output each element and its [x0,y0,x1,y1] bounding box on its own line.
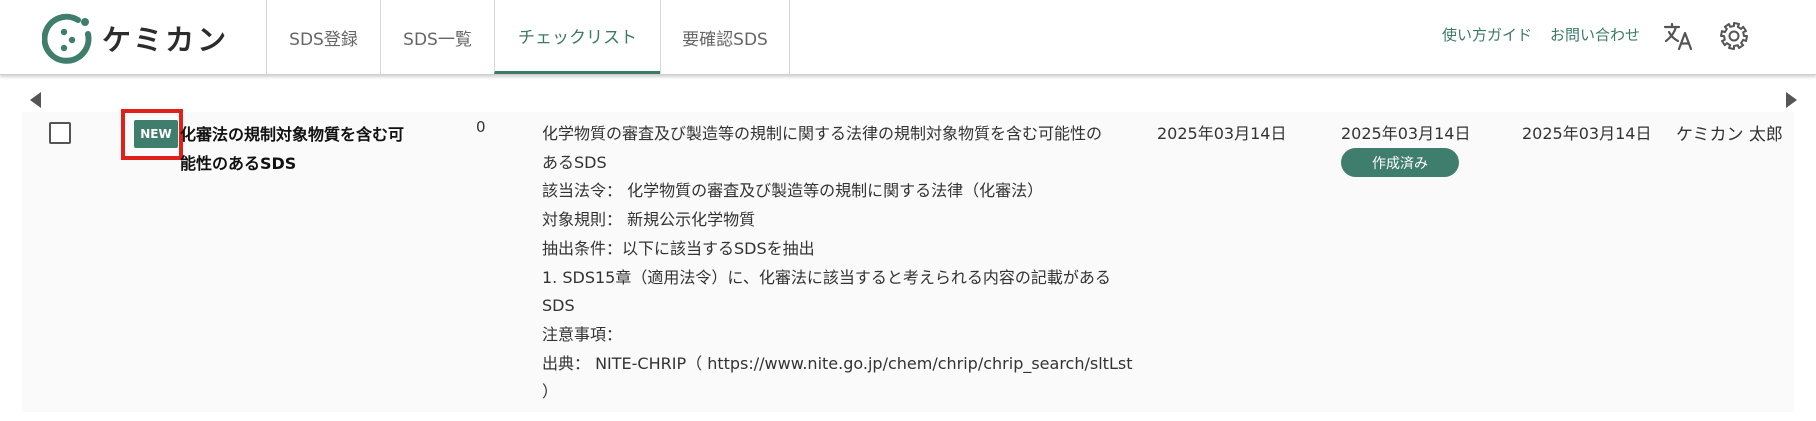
tab-sds-register[interactable]: SDS登録 [266,0,380,74]
logo[interactable]: ケミカン [42,11,229,65]
status-badge: 作成済み [1341,148,1459,177]
header-links: 使い方ガイド お問い合わせ [1442,24,1640,45]
app-header: ケミカン SDS登録 SDS一覧 チェックリスト 要確認SDS 使い方ガイド お… [0,0,1816,75]
description-line: 注意事項： [542,324,623,344]
tab-label: チェックリスト [518,28,637,48]
description-line: 対象規則： 新規公示化学物質 [542,210,756,230]
checklist-title[interactable]: 化審法の規制対象物質を含む可 能性のあるSDS [180,120,430,178]
title-line: 能性のあるSDS [180,154,297,173]
description-line: 化学物質の審査及び製造等の規制に関する法律の規制対象物質を含む可能性の [542,124,1103,143]
description-line: 抽出条件：以下に該当するSDSを抽出 [542,238,815,258]
scroll-left-arrow[interactable] [30,92,41,108]
tab-needs-review-sds[interactable]: 要確認SDS [660,0,790,74]
description-line: SDS [542,296,575,316]
updated-date: 2025年03月14日 [1341,124,1471,143]
guide-link[interactable]: 使い方ガイド [1442,24,1532,45]
user-name: ケミカン 太郎 [1676,125,1783,145]
new-badge-highlight [121,109,183,160]
description-line: ） [542,382,559,402]
title-line: 化審法の規制対象物質を含む可 [180,125,405,144]
row-checkbox[interactable] [49,122,71,144]
gear-icon[interactable] [1718,20,1750,52]
registered-date: 2025年03月14日 [1522,124,1652,143]
description-line: 1. SDS15章（適用法令）に、化審法に該当すると考えられる内容の記載がある [542,267,1111,287]
contact-link[interactable]: お問い合わせ [1550,24,1640,45]
logo-text: ケミカン [102,23,230,57]
translate-icon[interactable] [1662,20,1694,52]
description-line: 出典： NITE-CHRIP（ https://www.nite.go.jp/c… [542,353,1133,373]
tab-label: SDS登録 [289,29,358,50]
scroll-right-arrow[interactable] [1786,92,1797,108]
created-date: 2025年03月14日 [1157,124,1287,143]
tab-label: SDS一覧 [403,29,472,50]
tab-sds-list[interactable]: SDS一覧 [380,0,494,74]
tab-label: 要確認SDS [682,29,768,50]
checklist-description: 化学物質の審査及び製造等の規制に関する法律の規制対象物質を含む可能性の あるSD… [542,120,1142,407]
description-line: あるSDS [542,152,607,172]
tab-checklist[interactable]: チェックリスト [494,0,660,74]
description-line: 該当法令： 化学物質の審査及び製造等の規制に関する法律（化審法） [542,181,1044,201]
sds-count: 0 [476,118,486,136]
logo-mark-icon [42,13,92,64]
main-nav: SDS登録 SDS一覧 チェックリスト 要確認SDS [266,0,790,74]
